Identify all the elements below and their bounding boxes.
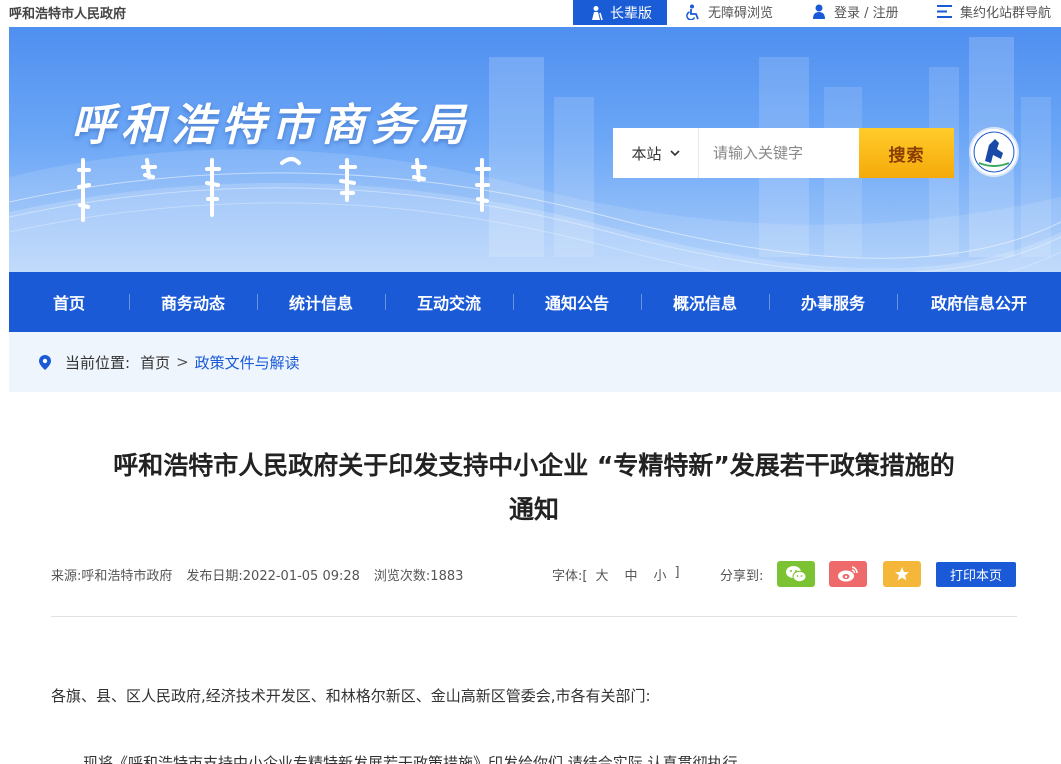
font-large-button[interactable]: 大	[595, 565, 608, 584]
font-medium-button[interactable]: 中	[624, 565, 637, 584]
accessibility-label: 无障碍浏览	[708, 6, 774, 21]
font-size-close-bracket: ]	[674, 565, 680, 580]
article-paragraph-1: 各旗、县、区人民政府,经济技术开发区、和林格尔新区、金山高新区管委会,市各有关部…	[51, 687, 651, 705]
search-scope-select[interactable]: 本站	[613, 128, 699, 178]
nav-item-services[interactable]: 办事服务	[769, 272, 897, 332]
print-button[interactable]: 打印本页	[936, 562, 1016, 587]
accessibility-icon	[686, 4, 699, 20]
font-size-control: 字体:[ 大 中 小 ]	[552, 565, 680, 584]
font-size-label: 字体:[	[552, 569, 588, 584]
divider	[51, 616, 1017, 617]
elder-icon	[592, 5, 603, 20]
search-scope-label: 本站	[631, 144, 662, 163]
elder-mode-label: 长辈版	[610, 5, 652, 22]
article-title: 呼和浩特市人民政府关于印发支持中小企业 “专精特新”发展若干政策措施的 通知	[49, 444, 1019, 532]
mongolian-script-logo	[77, 157, 491, 222]
site-emblem	[969, 127, 1019, 177]
article-date: 发布日期:2022-01-05 09:28	[186, 569, 360, 584]
user-icon	[813, 4, 825, 19]
top-bar: 呼和浩特市人民政府 长辈版 无障碍浏览 登录 / 注册 集约化站群导航	[0, 0, 1061, 27]
article-source: 来源:呼和浩特市政府	[51, 569, 173, 584]
nav-item-announcements[interactable]: 通知公告	[513, 272, 641, 332]
accessibility-link[interactable]: 无障碍浏览	[686, 2, 773, 21]
login-link[interactable]: 登录 / 注册	[812, 2, 899, 21]
header-banner: 呼和浩特市商务局 本站 搜索	[9, 27, 1061, 272]
site-group-label: 集约化站群导航	[960, 6, 1052, 21]
chevron-down-icon	[669, 149, 680, 156]
elder-mode-button[interactable]: 长辈版	[573, 0, 667, 25]
star-icon	[895, 567, 909, 581]
nav-item-business-news[interactable]: 商务动态	[129, 272, 257, 332]
search-button[interactable]: 搜索	[859, 128, 954, 178]
site-group-link[interactable]: 集约化站群导航	[937, 2, 1051, 21]
weibo-icon	[838, 566, 858, 582]
share-wechat-button[interactable]	[777, 561, 815, 587]
menu-icon	[937, 5, 952, 18]
breadcrumb: 当前位置: 首页 > 政策文件与解读	[9, 332, 1061, 392]
article-title-line-2: 通知	[508, 495, 559, 524]
search-input[interactable]	[699, 128, 859, 178]
nav-item-statistics[interactable]: 统计信息	[257, 272, 385, 332]
article-title-line-1: 呼和浩特市人民政府关于印发支持中小企业 “专精特新”发展若干政策措施的	[113, 451, 955, 480]
share-label: 分享到:	[720, 569, 764, 584]
nav-item-interaction[interactable]: 互动交流	[385, 272, 513, 332]
nav-item-home[interactable]: 首页	[9, 272, 129, 332]
breadcrumb-current[interactable]: 政策文件与解读	[195, 352, 300, 373]
article-paragraph-2: 现将《呼和浩特市支持中小企业专精特新发展若干政策措施》印发给你们,请结合实际,认…	[83, 754, 753, 764]
search-bar: 本站 搜索	[613, 128, 954, 178]
main-nav: 首页 商务动态 统计信息 互动交流 通知公告 概况信息 办事服务 政府信息公开	[9, 272, 1061, 332]
breadcrumb-home[interactable]: 首页	[140, 352, 170, 373]
breadcrumb-prefix: 当前位置:	[65, 353, 131, 372]
login-label: 登录 / 注册	[834, 6, 899, 21]
location-pin-icon	[39, 354, 51, 370]
horse-emblem-icon	[973, 131, 1015, 173]
article: 呼和浩特市人民政府关于印发支持中小企业 “专精特新”发展若干政策措施的 通知 来…	[9, 392, 1061, 764]
wechat-icon	[786, 566, 807, 583]
breadcrumb-separator: >	[176, 353, 189, 371]
share-weibo-button[interactable]	[829, 561, 867, 587]
nav-item-gov-info[interactable]: 政府信息公开	[897, 272, 1061, 332]
favorite-button[interactable]	[883, 561, 921, 587]
font-small-button[interactable]: 小	[653, 565, 666, 584]
nav-item-overview[interactable]: 概况信息	[641, 272, 769, 332]
article-meta: 来源:呼和浩特市政府 发布日期:2022-01-05 09:28 浏览次数:18…	[51, 565, 477, 584]
site-title: 呼和浩特市商务局	[71, 100, 471, 151]
site-name[interactable]: 呼和浩特市人民政府	[9, 3, 126, 22]
article-views: 浏览次数:1883	[373, 569, 464, 584]
